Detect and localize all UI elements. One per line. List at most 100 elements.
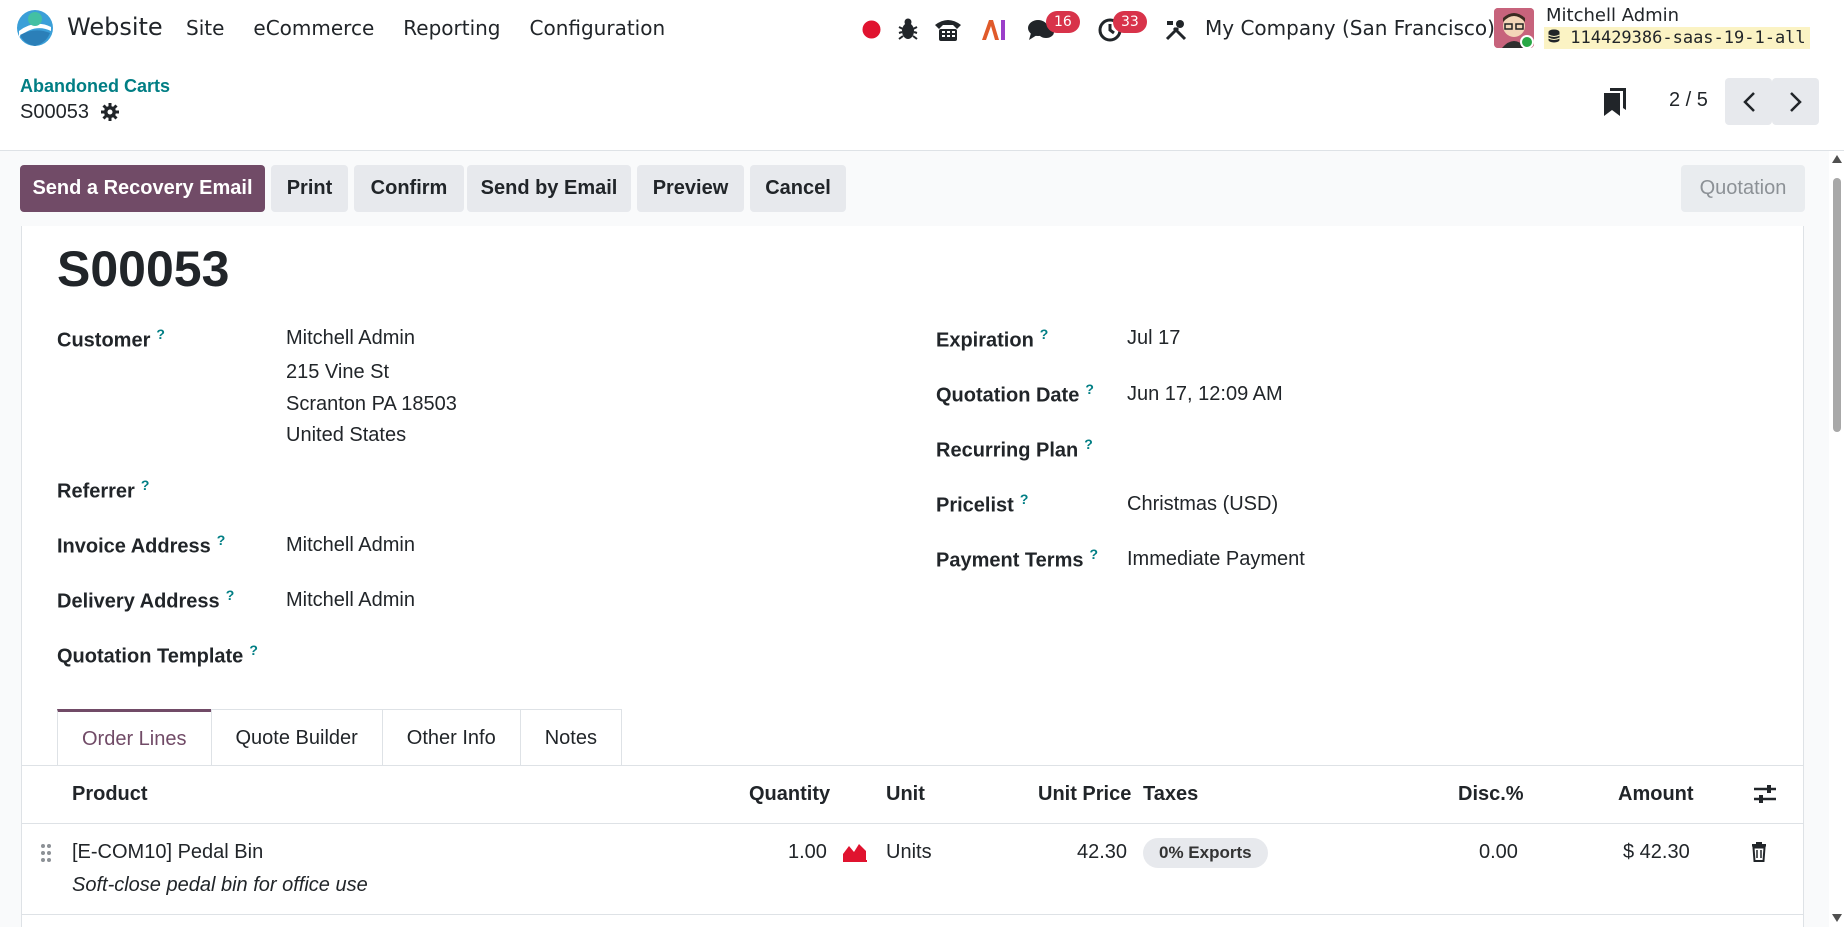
expiration-label-text: Expiration [936,329,1034,352]
order-title: S00053 [57,241,230,297]
database-name: 114429386-saas-19-1-all [1544,27,1810,49]
customer-value[interactable]: Mitchell Admin [286,327,415,350]
help-icon[interactable]: ? [141,477,150,493]
column-header-unit[interactable]: Unit [886,783,925,806]
help-icon[interactable]: ? [1040,326,1049,342]
tab-other-info[interactable]: Other Info [381,709,521,766]
help-icon[interactable]: ? [217,532,226,548]
ai-icon[interactable] [980,18,1008,42]
table-row-divider [21,914,1804,915]
activities-count-badge: 33 [1113,11,1147,33]
help-icon[interactable]: ? [1084,436,1093,452]
payment-terms-value[interactable]: Immediate Payment [1127,548,1305,571]
user-name[interactable]: Mitchell Admin [1546,5,1679,26]
help-icon[interactable]: ? [1089,546,1098,562]
quotation-template-label: Quotation Template? [57,642,258,669]
record-dot-icon[interactable] [862,20,881,39]
quotation-template-label-text: Quotation Template [57,645,244,668]
trash-icon[interactable] [1751,842,1767,862]
website-app-icon[interactable] [16,9,54,47]
drag-handle-icon[interactable] [40,843,52,863]
table-header-divider [21,823,1804,824]
menu-reporting[interactable]: Reporting [403,16,500,40]
column-header-disc[interactable]: Disc.% [1458,783,1524,806]
delivery-address-value[interactable]: Mitchell Admin [286,589,415,612]
customer-address-line2: Scranton PA 18503 [286,393,457,415]
column-header-product[interactable]: Product [72,783,148,806]
quotation-date-value[interactable]: Jun 17, 12:09 AM [1127,383,1283,406]
menu-ecommerce[interactable]: eCommerce [253,16,374,40]
help-icon[interactable]: ? [1020,491,1029,507]
referrer-label-text: Referrer [57,480,135,503]
row-quantity[interactable]: 1.00 [788,841,827,864]
row-unit-price[interactable]: 42.30 [1077,841,1127,864]
row-unit[interactable]: Units [886,841,932,864]
invoice-address-value[interactable]: Mitchell Admin [286,534,415,557]
column-settings-icon[interactable] [1753,783,1777,805]
referrer-label: Referrer? [57,477,149,504]
breadcrumb-abandoned-carts[interactable]: Abandoned Carts [20,76,170,97]
pager-value[interactable]: 2 / 5 [1669,89,1708,112]
help-icon[interactable]: ? [1085,381,1094,397]
tools-icon[interactable] [1164,18,1188,42]
pricelist-value[interactable]: Christmas (USD) [1127,493,1278,516]
cancel-button[interactable]: Cancel [750,165,846,212]
tab-notes[interactable]: Notes [519,709,622,766]
invoice-address-label-text: Invoice Address [57,535,211,558]
row-description[interactable]: Soft-close pedal bin for office use [72,874,368,897]
customer-label-text: Customer [57,329,151,352]
row-amount: $ 42.30 [1623,841,1690,863]
send-recovery-email-button[interactable]: Send a Recovery Email [20,165,265,212]
customer-address-line1: 215 Vine St [286,361,390,383]
help-icon[interactable]: ? [226,587,235,603]
invoice-address-label: Invoice Address? [57,532,225,559]
tab-order-lines[interactable]: Order Lines [57,709,212,766]
send-by-email-button[interactable]: Send by Email [467,165,631,212]
expiration-label: Expiration? [936,326,1048,353]
customer-address-line3: United States [286,424,407,446]
database-icon [1548,29,1560,43]
online-status-dot [1520,35,1534,49]
quotation-date-label-text: Quotation Date [936,384,1080,407]
messages-count-badge: 16 [1046,11,1080,33]
quotation-date-label: Quotation Date? [936,381,1094,408]
help-icon[interactable]: ? [156,326,165,342]
row-discount[interactable]: 0.00 [1479,841,1518,864]
help-icon[interactable]: ? [249,642,258,658]
column-header-quantity[interactable]: Quantity [749,783,830,806]
scroll-up-arrow-icon[interactable] [1832,155,1842,163]
menu-site[interactable]: Site [186,16,224,40]
forecast-chart-icon[interactable] [842,842,868,862]
payment-terms-label-text: Payment Terms [936,549,1084,572]
status-quotation[interactable]: Quotation [1681,165,1805,212]
database-name-text: 114429386-saas-19-1-all [1570,28,1806,48]
pricelist-label: Pricelist? [936,491,1028,518]
chevron-right-icon [1789,91,1802,112]
column-header-amount[interactable]: Amount [1618,783,1694,806]
menu-configuration[interactable]: Configuration [530,16,666,40]
preview-button[interactable]: Preview [637,165,744,212]
row-product[interactable]: [E-COM10] Pedal Bin [72,841,263,864]
scrollbar-thumb[interactable] [1833,178,1841,432]
confirm-button[interactable]: Confirm [354,165,464,212]
print-button[interactable]: Print [271,165,348,212]
column-header-taxes[interactable]: Taxes [1143,783,1198,806]
tab-quote-builder[interactable]: Quote Builder [210,709,383,766]
phone-icon[interactable] [933,15,963,43]
top-navbar: Website Site eCommerce Reporting Configu… [0,0,1844,58]
pager-next-button[interactable] [1772,78,1819,125]
delivery-address-label: Delivery Address? [57,587,234,614]
company-switcher[interactable]: My Company (San Francisco) [1205,16,1495,40]
customer-label: Customer? [57,326,165,353]
gear-icon[interactable] [101,103,119,121]
tabs-divider [21,765,1804,766]
pager-previous-button[interactable] [1725,78,1772,125]
scroll-down-arrow-icon[interactable] [1832,914,1842,922]
bookmark-icon[interactable] [1604,88,1626,116]
row-tax-tag[interactable]: 0% Exports [1143,838,1268,868]
app-name[interactable]: Website [67,13,163,41]
debug-bug-icon[interactable] [897,17,919,41]
expiration-value[interactable]: Jul 17 [1127,327,1180,350]
column-header-unit-price[interactable]: Unit Price [1038,783,1131,806]
breadcrumb-current-record: S00053 [20,101,89,123]
